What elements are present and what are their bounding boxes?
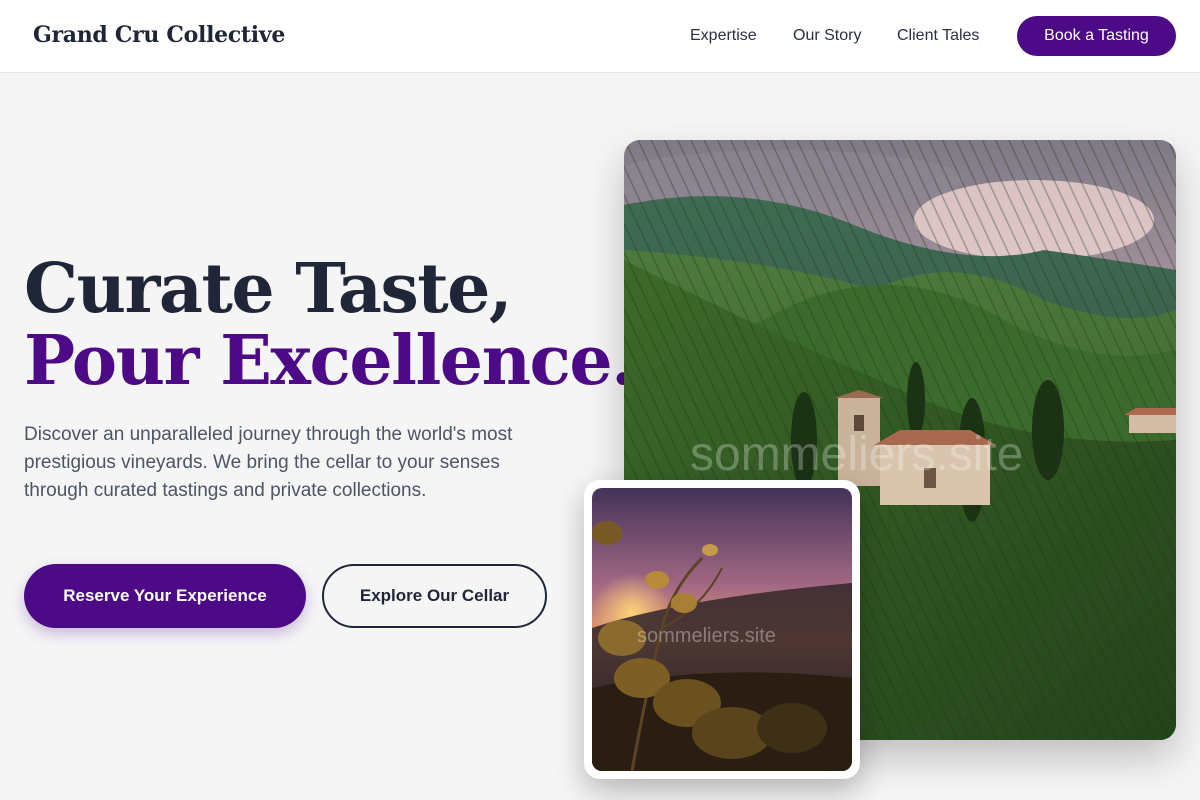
sunset-vine-image: sommeliers.site (592, 488, 852, 771)
headline-line-2: Pour Excellence. (24, 321, 635, 401)
site-header: Grand Cru Collective Expertise Our Story… (0, 0, 1200, 73)
nav-link-client-tales[interactable]: Client Tales (897, 27, 979, 45)
hero-description: Discover an unparalleled journey through… (24, 424, 513, 501)
nav-link-our-story[interactable]: Our Story (793, 27, 861, 45)
inset-photo-card: sommeliers.site (584, 480, 860, 779)
explore-cellar-button[interactable]: Explore Our Cellar (322, 564, 547, 628)
inset-watermark-text: sommeliers.site (637, 625, 776, 647)
reserve-experience-button[interactable]: Reserve Your Experience (24, 564, 306, 628)
main-watermark-text: sommeliers.site (690, 428, 1023, 481)
book-tasting-button[interactable]: Book a Tasting (1017, 16, 1176, 56)
brand-logo[interactable]: Grand Cru Collective (33, 22, 285, 48)
hero-headline: Curate Taste, Pour Excellence. (24, 249, 635, 401)
nav-link-expertise[interactable]: Expertise (690, 27, 757, 45)
headline-line-1: Curate Taste, (24, 249, 513, 329)
